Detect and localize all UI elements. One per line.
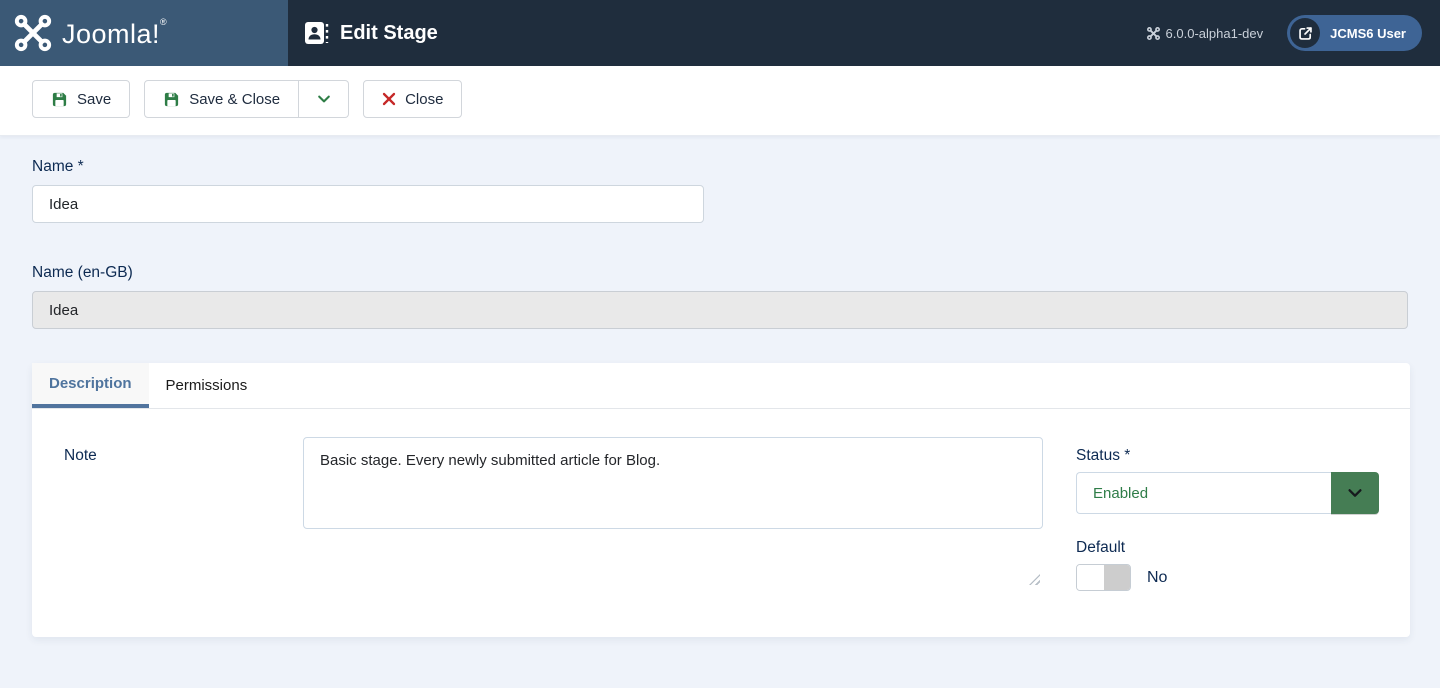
save-button[interactable]: Save bbox=[32, 80, 130, 118]
tab-description[interactable]: Description bbox=[32, 363, 149, 408]
name-translation-label: Name (en-GB) bbox=[32, 264, 1408, 282]
main-content: Name * Name (en-GB) Description Permissi… bbox=[0, 158, 1440, 637]
status-label: Status * bbox=[1076, 447, 1379, 465]
close-label: Close bbox=[405, 91, 443, 108]
status-selected-value: Enabled bbox=[1076, 472, 1331, 514]
textarea-resize-grip[interactable] bbox=[1029, 574, 1040, 585]
name-input[interactable] bbox=[32, 185, 704, 223]
close-icon bbox=[382, 92, 396, 106]
external-link-icon bbox=[1298, 26, 1313, 41]
toggle-knob bbox=[1104, 565, 1131, 590]
header: Joomla!® Edit Stage 6.0.0-alpha1-dev bbox=[0, 0, 1440, 66]
save-icon bbox=[163, 91, 180, 108]
user-menu-button[interactable]: JCMS6 User bbox=[1287, 15, 1422, 51]
trademark: ® bbox=[160, 17, 167, 27]
logo-area[interactable]: Joomla!® bbox=[0, 0, 288, 66]
toolbar: Save Save & Close Close bbox=[0, 66, 1440, 136]
joomla-version-icon bbox=[1147, 27, 1160, 40]
header-bar: Edit Stage 6.0.0-alpha1-dev JC bbox=[288, 0, 1440, 66]
stage-card-icon bbox=[304, 20, 329, 46]
save-close-button[interactable]: Save & Close bbox=[144, 80, 299, 118]
tab-permissions[interactable]: Permissions bbox=[149, 363, 265, 408]
joomla-logo-icon bbox=[14, 14, 52, 52]
save-close-group: Save & Close bbox=[144, 80, 349, 118]
default-toggle[interactable] bbox=[1076, 564, 1131, 591]
chevron-down-icon bbox=[1346, 484, 1364, 502]
save-label: Save bbox=[77, 91, 111, 108]
default-label: Default bbox=[1076, 539, 1379, 557]
save-options-dropdown-button[interactable] bbox=[299, 80, 349, 118]
description-panel: Note Basic stage. Every newly submitted … bbox=[32, 409, 1410, 591]
note-textarea[interactable]: Basic stage. Every newly submitted artic… bbox=[303, 437, 1043, 529]
logo-text: Joomla!® bbox=[62, 17, 167, 50]
save-icon bbox=[51, 91, 68, 108]
page-title: Edit Stage bbox=[340, 22, 438, 45]
chevron-down-icon bbox=[316, 91, 332, 107]
tab-bar: Description Permissions bbox=[32, 363, 1410, 409]
user-badge-label: JCMS6 User bbox=[1330, 26, 1406, 41]
note-label: Note bbox=[64, 447, 97, 464]
close-button[interactable]: Close bbox=[363, 80, 462, 118]
name-translation-input bbox=[32, 291, 1408, 329]
name-label: Name * bbox=[32, 158, 1408, 176]
version-text: 6.0.0-alpha1-dev bbox=[1166, 26, 1264, 41]
edit-stage-card: Description Permissions Note Basic stage… bbox=[32, 363, 1410, 637]
status-select[interactable]: Enabled bbox=[1076, 472, 1379, 514]
status-select-addon[interactable] bbox=[1331, 472, 1379, 514]
default-toggle-state: No bbox=[1147, 569, 1167, 587]
save-close-label: Save & Close bbox=[189, 91, 280, 108]
version-info: 6.0.0-alpha1-dev bbox=[1147, 26, 1264, 41]
